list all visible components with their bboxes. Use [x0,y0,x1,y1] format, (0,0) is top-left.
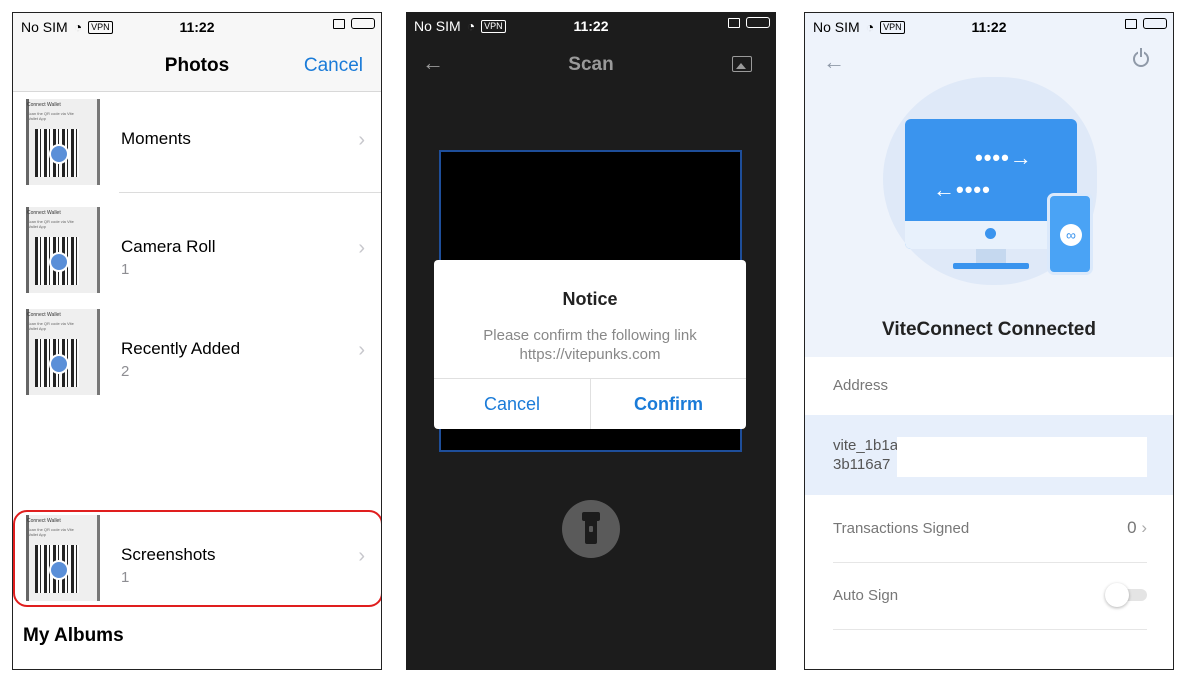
status-time: 11:22 [971,19,1007,35]
auto-sign-row: Auto Sign [833,563,1147,630]
dialog-message: Please confirm the following link [483,327,697,344]
transactions-count: 0 [1127,518,1137,537]
status-time: 11:22 [573,18,609,34]
dialog-link: https://vitepunks.com [519,346,661,363]
nav-bar: ← Scan [406,40,776,90]
flashlight-button[interactable] [562,500,620,558]
chevron-right-icon: › [358,339,365,361]
battery-icon [351,18,375,29]
status-bar: No SIM ◔ VPN 11:22 [406,12,776,40]
album-thumbnail: Connect Wallet Scan the QR code via Vite… [21,99,103,185]
auto-sign-label: Auto Sign [833,587,899,604]
power-icon[interactable] [1133,48,1149,67]
viteconnect-screen: ← ••••→ ←•••• ∞ ViteConnect Connected No… [804,12,1174,670]
address-label: Address [833,377,889,394]
album-count: 2 [121,363,130,380]
page-title: Scan [568,54,614,75]
nav-bar: Photos Cancel [13,41,381,92]
scan-screen: No SIM ◔ VPN 11:22 ← Scan Notice Please co… [406,12,776,670]
link-icon: ∞ [1060,224,1082,246]
album-name: Camera Roll [121,237,216,256]
battery-icon [1143,18,1167,29]
chevron-right-icon: › [1141,518,1147,537]
transactions-signed-row[interactable]: Transactions Signed 0 › [833,496,1147,563]
notice-dialog: Notice Please confirm the following link… [434,260,746,429]
dialog-cancel-button[interactable]: Cancel [434,394,590,415]
chevron-right-icon: › [358,129,365,151]
dialog-confirm-button[interactable]: Confirm [591,394,746,415]
transactions-label: Transactions Signed [833,520,970,537]
cancel-button[interactable]: Cancel [304,55,363,77]
flashlight-icon [582,512,600,544]
chevron-right-icon: › [358,237,365,259]
album-count: 1 [121,261,130,278]
album-row-camera-roll[interactable]: Connect Wallet Scan the QR code via Vite… [13,199,381,301]
album-row-moments[interactable]: Connect Wallet Scan the QR code via Vite… [13,91,381,193]
dialog-title: Notice [562,289,618,309]
address-box: vite_1b1a 3b116a7 [805,415,1173,495]
status-bar: No SIM ◔ VPN 11:22 [13,13,381,41]
album-row-recently-added[interactable]: Connect Wallet Scan the QR code via Vite… [13,301,381,403]
section-title: My Albums [23,625,124,646]
status-time: 11:22 [179,19,215,35]
album-name: Recently Added [121,339,241,358]
album-thumbnail: Connect Wallet Scan the QR code via Vite… [21,207,103,293]
airplay-icon [1125,18,1137,29]
photos-screen: No SIM ◔ VPN 11:22 Photos Cancel Connect W… [12,12,382,670]
highlight-outline [13,510,381,607]
album-name: Moments [121,129,191,148]
mobile-link-icon: ∞ [1047,193,1093,275]
auto-sign-toggle[interactable] [1105,583,1147,607]
arrow-left-icon[interactable]: ← [823,49,845,75]
image-icon[interactable] [732,56,752,72]
album-thumbnail: Connect Wallet Scan the QR code via Vite… [21,309,103,395]
page-title: ViteConnect Connected [882,319,1096,340]
battery-icon [746,17,770,28]
redaction-block [897,437,1147,477]
header-area: ← ••••→ ←•••• ∞ ViteConnect Connected [805,13,1173,357]
status-bar: No SIM ◔ VPN 11:22 [805,13,1173,41]
airplay-icon [728,17,740,28]
airplay-icon [333,18,345,29]
